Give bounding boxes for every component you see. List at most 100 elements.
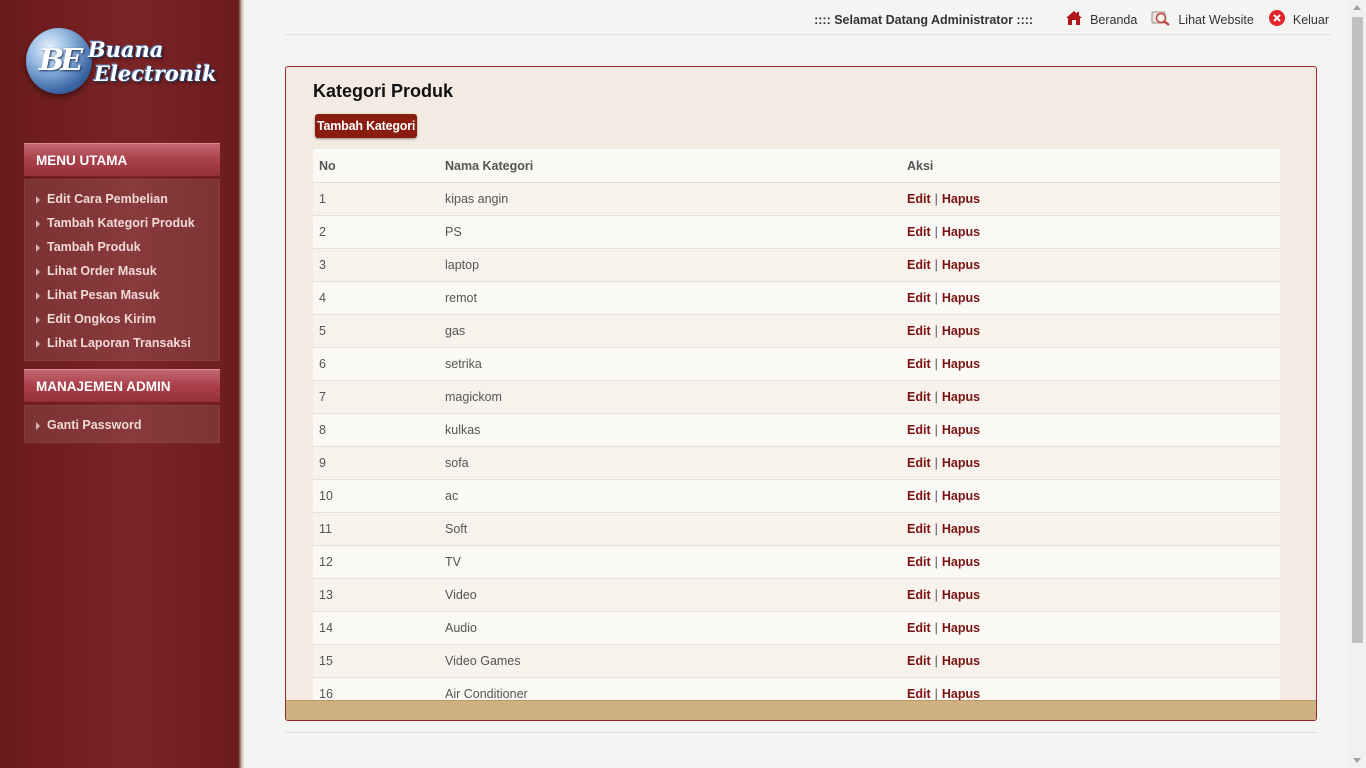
scrollbar-thumb[interactable] bbox=[1352, 17, 1363, 643]
category-name: sofa bbox=[444, 446, 906, 480]
row-actions: Edit | Hapus bbox=[906, 479, 1280, 513]
edit-link[interactable]: Edit bbox=[907, 588, 931, 602]
menu-item-lihat-order-masuk[interactable]: Lihat Order Masuk bbox=[25, 260, 219, 284]
category-name: Soft bbox=[444, 512, 906, 546]
delete-link[interactable]: Hapus bbox=[942, 357, 980, 371]
action-separator: | bbox=[934, 324, 938, 338]
row-actions: Edit | Hapus bbox=[906, 248, 1280, 282]
row-number: 8 bbox=[313, 413, 444, 447]
menu-item-tambah-produk[interactable]: Tambah Produk bbox=[25, 236, 219, 260]
row-number: 14 bbox=[313, 611, 444, 645]
row-actions: Edit | Hapus bbox=[906, 578, 1280, 612]
scroll-down-arrow-icon[interactable] bbox=[1353, 758, 1361, 763]
action-separator: | bbox=[934, 456, 938, 470]
delete-link[interactable]: Hapus bbox=[942, 423, 980, 437]
delete-link[interactable]: Hapus bbox=[942, 291, 980, 305]
view-website-link[interactable]: Lihat Website bbox=[1151, 10, 1254, 29]
edit-link[interactable]: Edit bbox=[907, 687, 931, 701]
action-separator: | bbox=[934, 588, 938, 602]
delete-link[interactable]: Hapus bbox=[942, 522, 980, 536]
magnifier-icon bbox=[1151, 10, 1171, 29]
admin-menu-title: MANAJEMEN ADMIN bbox=[24, 369, 220, 402]
arrow-right-icon bbox=[36, 244, 40, 252]
category-name: ac bbox=[444, 479, 906, 513]
edit-link[interactable]: Edit bbox=[907, 225, 931, 239]
row-number: 13 bbox=[313, 578, 444, 612]
row-actions: Edit | Hapus bbox=[906, 281, 1280, 315]
edit-link[interactable]: Edit bbox=[907, 291, 931, 305]
edit-link[interactable]: Edit bbox=[907, 423, 931, 437]
delete-link[interactable]: Hapus bbox=[942, 555, 980, 569]
delete-link[interactable]: Hapus bbox=[942, 654, 980, 668]
menu-item-tambah-kategori-produk[interactable]: Tambah Kategori Produk bbox=[25, 212, 219, 236]
category-name: PS bbox=[444, 215, 906, 249]
menu-item-edit-cara-pembelian[interactable]: Edit Cara Pembelian bbox=[25, 188, 219, 212]
menu-item-label: Tambah Produk bbox=[47, 240, 141, 254]
row-actions: Edit | Hapus bbox=[906, 545, 1280, 579]
scroll-up-arrow-icon[interactable] bbox=[1353, 5, 1361, 10]
row-number: 3 bbox=[313, 248, 444, 282]
edit-link[interactable]: Edit bbox=[907, 654, 931, 668]
table-row: 1 kipas angin Edit | Hapus bbox=[313, 182, 1280, 216]
delete-link[interactable]: Hapus bbox=[942, 258, 980, 272]
table-row: 2 PS Edit | Hapus bbox=[313, 215, 1280, 249]
delete-link[interactable]: Hapus bbox=[942, 489, 980, 503]
home-link[interactable]: Beranda bbox=[1065, 10, 1137, 29]
arrow-right-icon bbox=[36, 340, 40, 348]
logout-link[interactable]: Keluar bbox=[1268, 9, 1329, 30]
delete-link[interactable]: Hapus bbox=[942, 192, 980, 206]
table-row: 9 sofa Edit | Hapus bbox=[313, 446, 1280, 480]
table-row: 12 TV Edit | Hapus bbox=[313, 545, 1280, 579]
edit-link[interactable]: Edit bbox=[907, 324, 931, 338]
delete-link[interactable]: Hapus bbox=[942, 456, 980, 470]
row-number: 12 bbox=[313, 545, 444, 579]
table-row: 15 Video Games Edit | Hapus bbox=[313, 644, 1280, 678]
delete-link[interactable]: Hapus bbox=[942, 390, 980, 404]
category-name: Video bbox=[444, 578, 906, 612]
row-actions: Edit | Hapus bbox=[906, 644, 1280, 678]
delete-link[interactable]: Hapus bbox=[942, 621, 980, 635]
logo-line-1: Buana bbox=[88, 37, 164, 62]
category-name: kipas angin bbox=[444, 182, 906, 216]
edit-link[interactable]: Edit bbox=[907, 621, 931, 635]
category-name: Video Games bbox=[444, 644, 906, 678]
category-name: gas bbox=[444, 314, 906, 348]
menu-item-ganti-password[interactable]: Ganti Password bbox=[25, 414, 219, 438]
add-category-button[interactable]: Tambah Kategori bbox=[315, 114, 418, 138]
menu-item-edit-ongkos-kirim[interactable]: Edit Ongkos Kirim bbox=[25, 308, 219, 332]
column-header-name: Nama Kategori bbox=[444, 149, 906, 183]
main-menu-title: MENU UTAMA bbox=[24, 143, 220, 176]
category-name: kulkas bbox=[444, 413, 906, 447]
arrow-right-icon bbox=[36, 422, 40, 430]
row-number: 6 bbox=[313, 347, 444, 381]
delete-link[interactable]: Hapus bbox=[942, 324, 980, 338]
row-number: 1 bbox=[313, 182, 444, 216]
row-actions: Edit | Hapus bbox=[906, 380, 1280, 414]
delete-link[interactable]: Hapus bbox=[942, 225, 980, 239]
delete-link[interactable]: Hapus bbox=[942, 687, 980, 701]
logo-line-2: Electronik bbox=[94, 61, 217, 86]
edit-link[interactable]: Edit bbox=[907, 390, 931, 404]
menu-item-lihat-pesan-masuk[interactable]: Lihat Pesan Masuk bbox=[25, 284, 219, 308]
content-panel: Kategori Produk Tambah Kategori No Nama … bbox=[285, 66, 1317, 721]
edit-link[interactable]: Edit bbox=[907, 192, 931, 206]
row-number: 9 bbox=[313, 446, 444, 480]
edit-link[interactable]: Edit bbox=[907, 489, 931, 503]
main-menu: Edit Cara Pembelian Tambah Kategori Prod… bbox=[24, 179, 220, 361]
table-row: 14 Audio Edit | Hapus bbox=[313, 611, 1280, 645]
row-actions: Edit | Hapus bbox=[906, 446, 1280, 480]
menu-item-lihat-laporan-transaksi[interactable]: Lihat Laporan Transaksi bbox=[25, 332, 219, 356]
delete-link[interactable]: Hapus bbox=[942, 588, 980, 602]
column-header-no: No bbox=[313, 149, 444, 183]
edit-link[interactable]: Edit bbox=[907, 258, 931, 272]
edit-link[interactable]: Edit bbox=[907, 456, 931, 470]
edit-link[interactable]: Edit bbox=[907, 357, 931, 371]
edit-link[interactable]: Edit bbox=[907, 555, 931, 569]
category-name: laptop bbox=[444, 248, 906, 282]
site-logo[interactable]: BE Buana Electronik bbox=[26, 26, 217, 106]
action-separator: | bbox=[934, 621, 938, 635]
category-name: remot bbox=[444, 281, 906, 315]
menu-item-label: Edit Ongkos Kirim bbox=[47, 312, 157, 326]
edit-link[interactable]: Edit bbox=[907, 522, 931, 536]
vertical-scrollbar[interactable] bbox=[1349, 0, 1366, 768]
